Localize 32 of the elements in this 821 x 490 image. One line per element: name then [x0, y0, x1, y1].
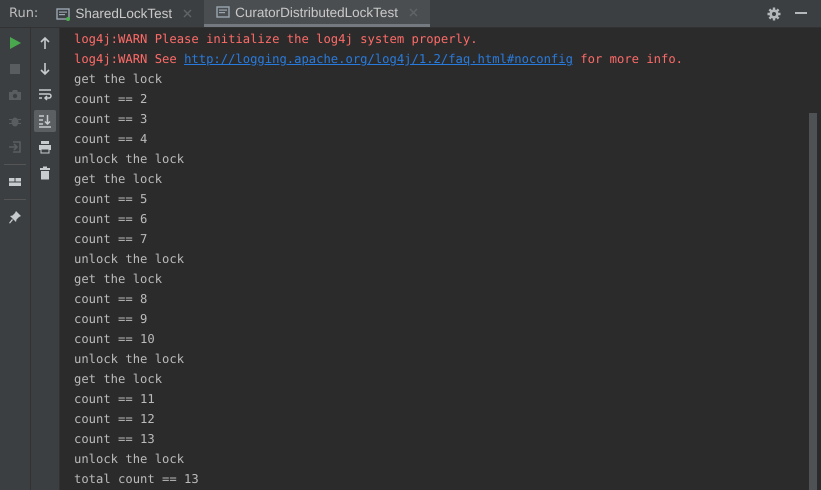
console-line: unlock the lock — [74, 451, 186, 468]
run-label: Run: — [8, 5, 40, 23]
console-line: get the lock — [74, 371, 164, 388]
console-line: get the lock — [74, 271, 164, 288]
console-line: count == 2 — [74, 91, 148, 108]
console-line: get the lock — [74, 71, 164, 88]
console-icon — [216, 5, 230, 19]
console-line: log4j:WARN Please initialize the log4j system properly. — [74, 31, 479, 48]
console-line: count == 7 — [74, 231, 148, 248]
console-line: total count == 13 — [74, 471, 200, 488]
console-line: count == 6 — [74, 211, 148, 228]
run-tab[interactable]: SharedLockTest — [44, 0, 204, 27]
console-line: count == 8 — [74, 291, 148, 308]
console-line: unlock the lock — [74, 251, 186, 268]
console-line: count == 13 — [74, 431, 156, 448]
console-line: log4j:WARN See http://logging.apache.org/log4j/1.2/faq.html#noconfig for more info. — [74, 51, 684, 68]
run-tab[interactable]: CuratorDistributedLockTest — [204, 0, 430, 27]
console-line: count == 9 — [74, 311, 148, 328]
console-line: count == 4 — [74, 131, 148, 148]
console-line: count == 10 — [74, 331, 156, 348]
console-line: count == 3 — [74, 111, 148, 128]
console-line: count == 5 — [74, 191, 148, 208]
scroll-to-end-icon[interactable] — [34, 110, 56, 132]
console-line: get the lock — [74, 171, 164, 188]
console-line: unlock the lock — [74, 351, 186, 368]
console-line: unlock the lock — [74, 151, 186, 168]
link[interactable]: http://logging.apache.org/log4j/1.2/faq.html#noconfig — [184, 52, 573, 66]
console-icon — [56, 6, 70, 20]
console-line: count == 12 — [74, 411, 156, 428]
settings-icon[interactable] — [767, 6, 781, 20]
console-line: count == 11 — [74, 391, 156, 408]
minimize-icon[interactable] — [795, 12, 807, 15]
